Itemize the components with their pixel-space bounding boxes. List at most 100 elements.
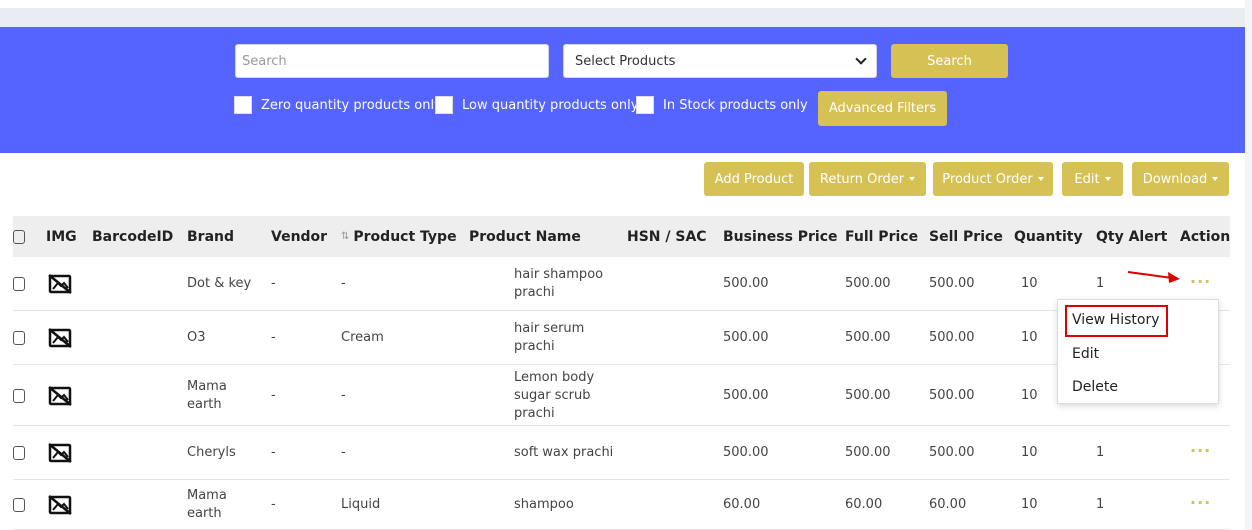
select-products-dropdown[interactable]: Select Products	[563, 44, 877, 78]
cell-business-price: 500.00	[723, 275, 769, 293]
zero-quantity-checkbox[interactable]	[234, 96, 252, 114]
cell-sell-price-line: 500.00	[929, 387, 975, 403]
col-barcode[interactable]: BarcodeID	[92, 216, 173, 257]
edit-dropdown-button[interactable]: Edit	[1062, 162, 1123, 196]
cell-brand-line: O3	[187, 330, 206, 345]
cell-qty-alert-line: 1	[1096, 497, 1105, 512]
low-quantity-filter[interactable]: Low quantity products only	[435, 96, 638, 114]
cell-full-price-line: 500.00	[845, 276, 891, 291]
cell-product-type: -	[341, 275, 346, 293]
cell-qty-alert: 1	[1096, 444, 1104, 462]
cell-qty-alert: 1	[1096, 496, 1104, 514]
cell-product-name: soft wax prachi	[514, 444, 613, 462]
cell-vendor: -	[271, 496, 276, 514]
cell-full-price: 500.00	[845, 387, 891, 405]
row-checkbox[interactable]	[13, 388, 25, 403]
menu-delete[interactable]: Delete	[1072, 379, 1118, 395]
cell-sell-price-line: 500.00	[929, 445, 975, 460]
cell-product-type-line: -	[341, 445, 346, 460]
return-order-button[interactable]: Return Order	[809, 162, 926, 196]
caret-down-icon	[1037, 177, 1044, 181]
cell-sell-price-line: 60.00	[929, 497, 967, 512]
no-image-icon	[48, 495, 72, 515]
cell-vendor-line: -	[271, 276, 276, 291]
cell-brand-line: earth	[187, 396, 222, 412]
cell-brand-line: Mama	[187, 488, 227, 503]
cell-full-price-line: 500.00	[845, 330, 891, 345]
col-action: Action	[1180, 228, 1231, 245]
cell-full-price: 60.00	[845, 496, 882, 514]
no-image-icon	[48, 443, 72, 463]
sort-icon[interactable]: ⇅	[341, 231, 349, 242]
col-vendor[interactable]: Vendor	[271, 216, 327, 257]
cell-sell-price-line: 500.00	[929, 330, 975, 345]
add-product-button[interactable]: Add Product	[704, 162, 804, 196]
table-row: O3 - Cream hair serum prachi 500.00 500.00 500.…	[13, 311, 1230, 365]
cell-product-name-line: hair shampoo	[514, 267, 604, 282]
col-product-name[interactable]: Product Name	[469, 216, 581, 257]
cell-product-name-line: prachi	[514, 285, 555, 300]
low-quantity-checkbox[interactable]	[435, 96, 453, 114]
cell-quantity-line: 10	[1021, 330, 1038, 345]
table-row: Mama earth - Liquid shampoo 60.00 60.00 60.00 10…	[13, 480, 1230, 530]
in-stock-label: In Stock products only	[663, 97, 808, 113]
col-qty-alert[interactable]: Qty Alert	[1096, 216, 1167, 257]
select-products-value: Select Products	[575, 53, 676, 69]
col-quantity[interactable]: Quantity	[1014, 216, 1083, 257]
col-product-type[interactable]: ⇅ Product Type	[341, 216, 457, 257]
in-stock-filter[interactable]: In Stock products only	[636, 96, 808, 114]
row-checkbox[interactable]	[13, 498, 25, 512]
caret-down-icon	[1212, 177, 1219, 181]
cell-business-price-line: 500.00	[723, 387, 769, 403]
cell-product-name-line: prachi	[514, 339, 555, 354]
cell-product-type: Liquid	[341, 496, 380, 514]
red-arrow-annotation	[1127, 271, 1180, 283]
cell-product-name-line: shampoo	[514, 497, 574, 512]
cell-quantity-line: 10	[1021, 497, 1038, 512]
cell-product-type: -	[341, 444, 346, 462]
cell-qty-alert: 1	[1096, 275, 1104, 293]
cell-product-name-line: sugar scrub	[514, 387, 591, 403]
cell-brand-line: Cheryls	[187, 445, 236, 460]
cell-business-price-line: 500.00	[723, 330, 769, 345]
row-checkbox[interactable]	[13, 331, 25, 345]
menu-edit[interactable]: Edit	[1072, 346, 1099, 362]
col-hsn[interactable]: HSN / SAC	[627, 216, 707, 257]
zero-quantity-filter[interactable]: Zero quantity products only	[234, 96, 442, 114]
cell-business-price-line: 500.00	[723, 445, 769, 460]
cell-product-type: -	[341, 387, 346, 405]
col-full-price[interactable]: Full Price	[845, 216, 918, 257]
in-stock-checkbox[interactable]	[636, 96, 654, 114]
download-button[interactable]: Download	[1132, 162, 1229, 196]
search-input[interactable]: Search	[235, 44, 549, 78]
advanced-filters-button[interactable]: Advanced Filters	[818, 91, 947, 126]
cell-full-price: 500.00	[845, 329, 891, 347]
cell-sell-price: 500.00	[929, 275, 975, 293]
table-row: Cheryls - - soft wax prachi 500.00 500.00 500.…	[13, 426, 1230, 480]
col-business-price[interactable]: Business Price	[723, 216, 838, 257]
search-button[interactable]: Search	[891, 44, 1008, 78]
table-row: Mama earth - - Lemon body sugar scrub prachi 50…	[13, 365, 1230, 426]
return-order-label: Return Order	[819, 171, 905, 187]
more-actions-icon[interactable]: ···	[1190, 441, 1211, 460]
more-actions-icon[interactable]: ···	[1190, 272, 1211, 291]
select-all-checkbox[interactable]	[13, 230, 25, 244]
product-order-button[interactable]: Product Order	[933, 162, 1053, 196]
row-checkbox[interactable]	[13, 446, 25, 460]
row-checkbox[interactable]	[13, 277, 25, 291]
cell-vendor: -	[271, 329, 276, 347]
cell-product-type-line: -	[341, 276, 346, 291]
cell-brand: Cheryls	[187, 444, 236, 462]
edit-label: Edit	[1074, 171, 1100, 187]
scrollbar-track[interactable]	[1245, 0, 1252, 530]
more-actions-icon[interactable]: ···	[1190, 493, 1211, 512]
col-sell-price[interactable]: Sell Price	[929, 216, 1003, 257]
cell-product-type: Cream	[341, 329, 384, 347]
cell-business-price-line: 500.00	[723, 276, 769, 291]
cell-vendor: -	[271, 275, 276, 293]
cell-sell-price: 500.00	[929, 387, 975, 405]
col-brand[interactable]: Brand	[187, 216, 234, 257]
download-label: Download	[1142, 171, 1208, 187]
cell-brand: Mama earth	[187, 378, 227, 414]
cell-business-price: 60.00	[723, 496, 760, 514]
